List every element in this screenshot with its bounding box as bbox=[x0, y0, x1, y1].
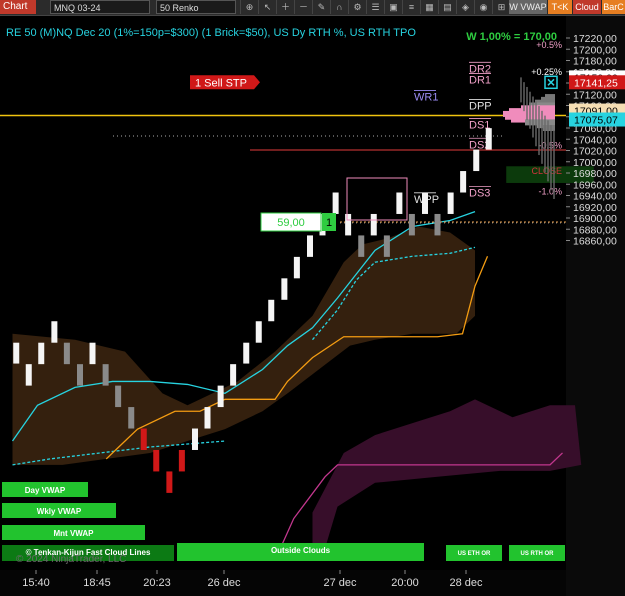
bottom-label-3: US RTH OR bbox=[521, 551, 555, 557]
x-tick-label: 26 dec bbox=[207, 577, 241, 589]
y-tick-label: 16960,00 bbox=[573, 179, 617, 191]
x-tick-label: 20:00 bbox=[391, 577, 419, 589]
x-tick-label: 15:40 bbox=[22, 577, 50, 589]
x-tick-label: 18:45 bbox=[83, 577, 111, 589]
brick bbox=[447, 192, 454, 214]
y-tick-label: 17220,00 bbox=[573, 33, 617, 45]
level-wr1-label: WR1 bbox=[414, 91, 438, 103]
brick bbox=[307, 235, 313, 257]
y-axis-ticks: 17220,0017200,0017180,0017160,0017140,00… bbox=[566, 33, 625, 248]
brick bbox=[408, 213, 415, 236]
brick bbox=[434, 213, 441, 236]
profile-col-6 bbox=[538, 106, 540, 156]
brick bbox=[217, 385, 224, 408]
y-tick-label: 17120,00 bbox=[573, 89, 617, 101]
brick bbox=[293, 256, 300, 279]
brick bbox=[89, 342, 96, 365]
brick bbox=[396, 192, 403, 214]
profile-col-5 bbox=[535, 101, 537, 147]
y-tick-label: 16920,00 bbox=[573, 202, 617, 214]
y-tick-label: 17000,00 bbox=[573, 157, 617, 169]
y-tick-label: 16980,00 bbox=[573, 168, 617, 180]
brick bbox=[332, 192, 339, 214]
brick bbox=[153, 449, 160, 472]
y-tick-label: 17200,00 bbox=[573, 44, 617, 56]
renko-chart[interactable]: DR2DR1WR1DPPDS1DS2DS3WPP+0.5%+0.25%-0.5%… bbox=[0, 0, 625, 596]
vwap-label-2: Mnt VWAP bbox=[54, 529, 95, 538]
brick bbox=[128, 407, 135, 429]
y-tick-label: 17020,00 bbox=[573, 146, 617, 158]
price-marker-label: 17141,25 bbox=[574, 77, 618, 89]
brick bbox=[38, 342, 45, 365]
profile-col-7 bbox=[541, 110, 543, 164]
brick bbox=[51, 321, 58, 343]
y-tick-label: 16860,00 bbox=[573, 236, 617, 248]
brick bbox=[473, 149, 480, 172]
level-dpp-label: DPP bbox=[469, 100, 492, 112]
position-pnl: 59,00 bbox=[277, 217, 305, 229]
brick bbox=[422, 192, 428, 214]
y-tick-label: 16900,00 bbox=[573, 213, 617, 225]
brick bbox=[140, 428, 147, 450]
brick bbox=[370, 213, 377, 236]
level-dr1-label: DR1 bbox=[469, 75, 491, 87]
x-tick-label: 27 dec bbox=[323, 577, 357, 589]
brick bbox=[192, 428, 198, 450]
brick bbox=[178, 449, 185, 472]
brick bbox=[115, 385, 122, 408]
profile-col-8 bbox=[544, 115, 546, 173]
pct-label-3: CLOSE bbox=[531, 166, 562, 176]
profile-col-10 bbox=[550, 125, 552, 191]
y-tick-label: 17040,00 bbox=[573, 134, 617, 146]
x-tick-label: 20:23 bbox=[143, 577, 171, 589]
profile-col-11 bbox=[553, 129, 555, 199]
vwap-label-1: Wkly VWAP bbox=[37, 507, 82, 516]
brick bbox=[204, 407, 211, 429]
brick bbox=[485, 128, 492, 150]
brick bbox=[460, 171, 467, 193]
bottom-label-1: Outside Clouds bbox=[271, 546, 331, 555]
brick bbox=[383, 235, 390, 257]
brick bbox=[255, 321, 262, 343]
brick bbox=[281, 278, 288, 300]
brick bbox=[230, 364, 237, 386]
sell-stop-label: 1 Sell STP bbox=[195, 77, 247, 89]
y-tick-label: 16880,00 bbox=[573, 224, 617, 236]
y-tick-label: 17180,00 bbox=[573, 56, 617, 68]
bottom-label-2: US ETH OR bbox=[458, 551, 491, 557]
brick bbox=[243, 342, 250, 364]
profile-col-3 bbox=[529, 91, 531, 129]
position-qty: 1 bbox=[326, 217, 332, 229]
profile-col-9 bbox=[547, 120, 549, 182]
watermark: © 2024 NinjaTrader, LLC bbox=[16, 554, 126, 565]
brick bbox=[358, 235, 365, 257]
vwap-label-0: Day VWAP bbox=[25, 486, 66, 495]
brick bbox=[77, 364, 83, 386]
brick bbox=[268, 299, 275, 322]
brick bbox=[102, 364, 109, 386]
weekly-pct-label: W 1,00% = 170,00 bbox=[466, 31, 557, 43]
profile-col-2 bbox=[526, 86, 528, 120]
level-ds3-label: DS3 bbox=[469, 188, 490, 200]
profile-col-4 bbox=[532, 96, 534, 138]
brick bbox=[166, 471, 173, 493]
y-tick-label: 16940,00 bbox=[573, 191, 617, 203]
brick bbox=[345, 213, 352, 236]
profile-col-1 bbox=[523, 82, 525, 112]
brick bbox=[13, 342, 20, 364]
chart-title: RE 50 (M)NQ Dec 20 (1%=150p=$300) (1 Bri… bbox=[6, 27, 416, 39]
x-tick-label: 28 dec bbox=[449, 577, 483, 589]
brick bbox=[63, 342, 70, 365]
price-marker-label: 17075,07 bbox=[574, 115, 618, 127]
brick bbox=[25, 364, 32, 386]
profile-col-0 bbox=[520, 77, 522, 103]
